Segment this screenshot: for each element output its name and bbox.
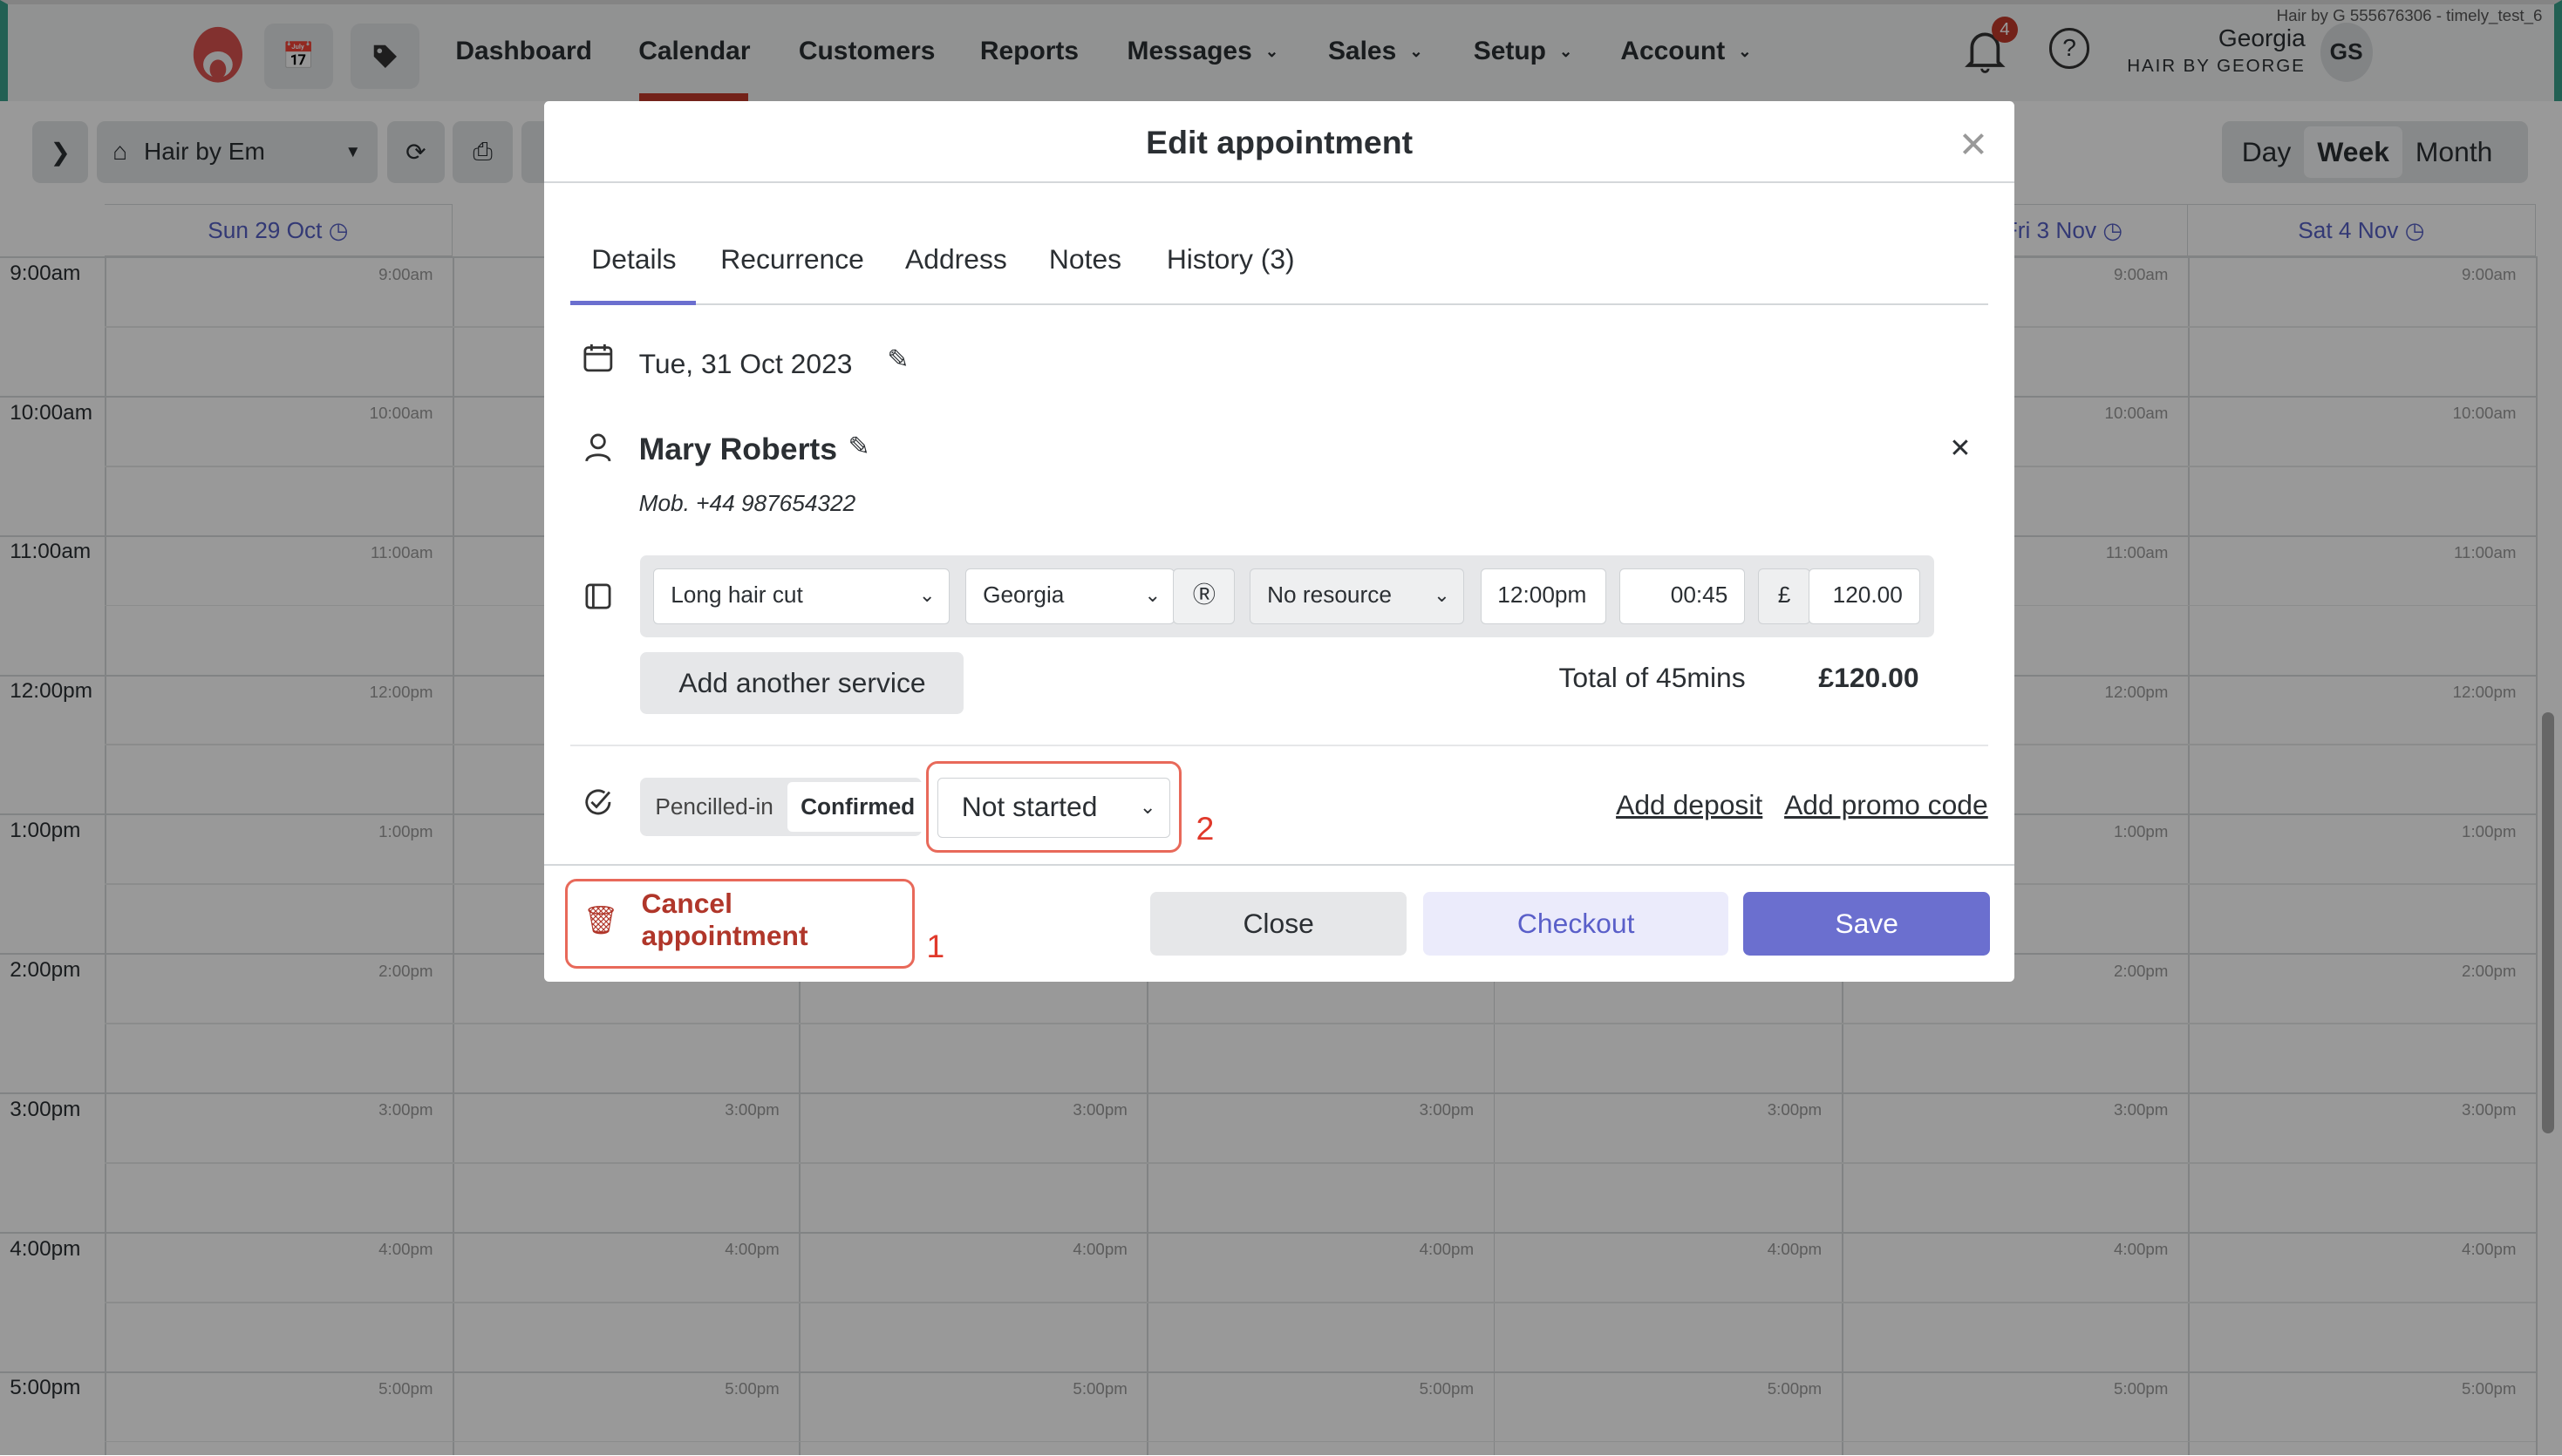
calendar-icon bbox=[583, 344, 613, 372]
staff-value: Georgia bbox=[983, 582, 1065, 609]
resource-select[interactable]: No resource ⌄ bbox=[1250, 568, 1464, 624]
tab-address[interactable]: Address bbox=[905, 243, 1007, 276]
duration-value: 00:45 bbox=[1670, 582, 1728, 609]
pencil-icon[interactable]: ✎ bbox=[887, 344, 909, 375]
close-icon[interactable]: ✕ bbox=[1959, 124, 1989, 166]
staff-select[interactable]: Georgia ⌄ bbox=[965, 568, 1175, 624]
active-tab-indicator bbox=[569, 300, 697, 306]
app-root: 📅 Dashboard Calendar Customers Reports M… bbox=[0, 0, 2562, 1456]
divider bbox=[543, 864, 2015, 867]
tab-recurrence[interactable]: Recurrence bbox=[720, 243, 864, 276]
divider bbox=[543, 180, 2015, 183]
confirmed-option[interactable]: Confirmed bbox=[787, 782, 929, 832]
service-value: Long hair cut bbox=[671, 582, 803, 609]
chevron-down-icon: ⌄ bbox=[1434, 584, 1450, 607]
tab-details[interactable]: Details bbox=[591, 243, 676, 276]
confirmation-toggle: Pencilled-in Confirmed bbox=[640, 777, 929, 837]
request-staff-button[interactable]: Ⓡ bbox=[1173, 568, 1236, 624]
tab-history[interactable]: History (3) bbox=[1167, 243, 1295, 276]
divider bbox=[569, 303, 1989, 306]
resource-value: No resource bbox=[1267, 582, 1392, 609]
remove-customer-icon[interactable]: ✕ bbox=[1949, 433, 1971, 464]
checkout-button[interactable]: Checkout bbox=[1422, 892, 1729, 956]
duration-input[interactable]: 00:45 bbox=[1618, 568, 1746, 624]
annotation-1: 1 bbox=[926, 928, 945, 965]
service-icon bbox=[585, 583, 611, 609]
dialog-title: Edit appointment bbox=[1146, 124, 1414, 161]
edit-appointment-dialog: Edit appointment ✕ Details Recurrence Ad… bbox=[543, 101, 2015, 983]
close-button[interactable]: Close bbox=[1150, 892, 1407, 956]
total-duration: Total of 45mins bbox=[1558, 661, 1746, 693]
annotation-2: 2 bbox=[1196, 810, 1215, 847]
requested-icon: Ⓡ bbox=[1192, 582, 1216, 609]
add-another-service-button[interactable]: Add another service bbox=[640, 651, 964, 714]
customer-mobile: Mob. +44 987654322 bbox=[638, 490, 856, 517]
currency-addon: £ bbox=[1758, 568, 1811, 624]
pencil-icon[interactable]: ✎ bbox=[848, 432, 869, 462]
tab-notes[interactable]: Notes bbox=[1049, 243, 1121, 276]
start-time-value: 12:00pm bbox=[1497, 582, 1587, 609]
highlight-box-1 bbox=[565, 879, 916, 970]
price-input[interactable]: 120.00 bbox=[1809, 568, 1920, 624]
customer-name[interactable]: Mary Roberts bbox=[639, 432, 837, 467]
pencilled-in-option[interactable]: Pencilled-in bbox=[642, 782, 787, 831]
chevron-down-icon: ⌄ bbox=[1144, 584, 1162, 607]
price-value: 120.00 bbox=[1832, 582, 1903, 609]
total-amount: £120.00 bbox=[1818, 661, 1919, 693]
save-button[interactable]: Save bbox=[1743, 892, 1991, 956]
appointment-date: Tue, 31 Oct 2023 bbox=[638, 348, 853, 380]
service-select[interactable]: Long hair cut ⌄ bbox=[653, 568, 950, 624]
highlight-box-2 bbox=[926, 761, 1182, 854]
divider bbox=[569, 745, 1989, 747]
user-icon bbox=[585, 432, 611, 461]
chevron-down-icon: ⌄ bbox=[918, 584, 936, 607]
service-row: Long hair cut ⌄ Georgia ⌄ Ⓡ No resource ⌄ 1… bbox=[640, 555, 1935, 637]
add-promo-code-link[interactable]: Add promo code bbox=[1784, 789, 1988, 821]
check-circle-icon bbox=[585, 789, 611, 815]
start-time-input[interactable]: 12:00pm bbox=[1480, 568, 1606, 624]
add-deposit-link[interactable]: Add deposit bbox=[1616, 789, 1762, 821]
